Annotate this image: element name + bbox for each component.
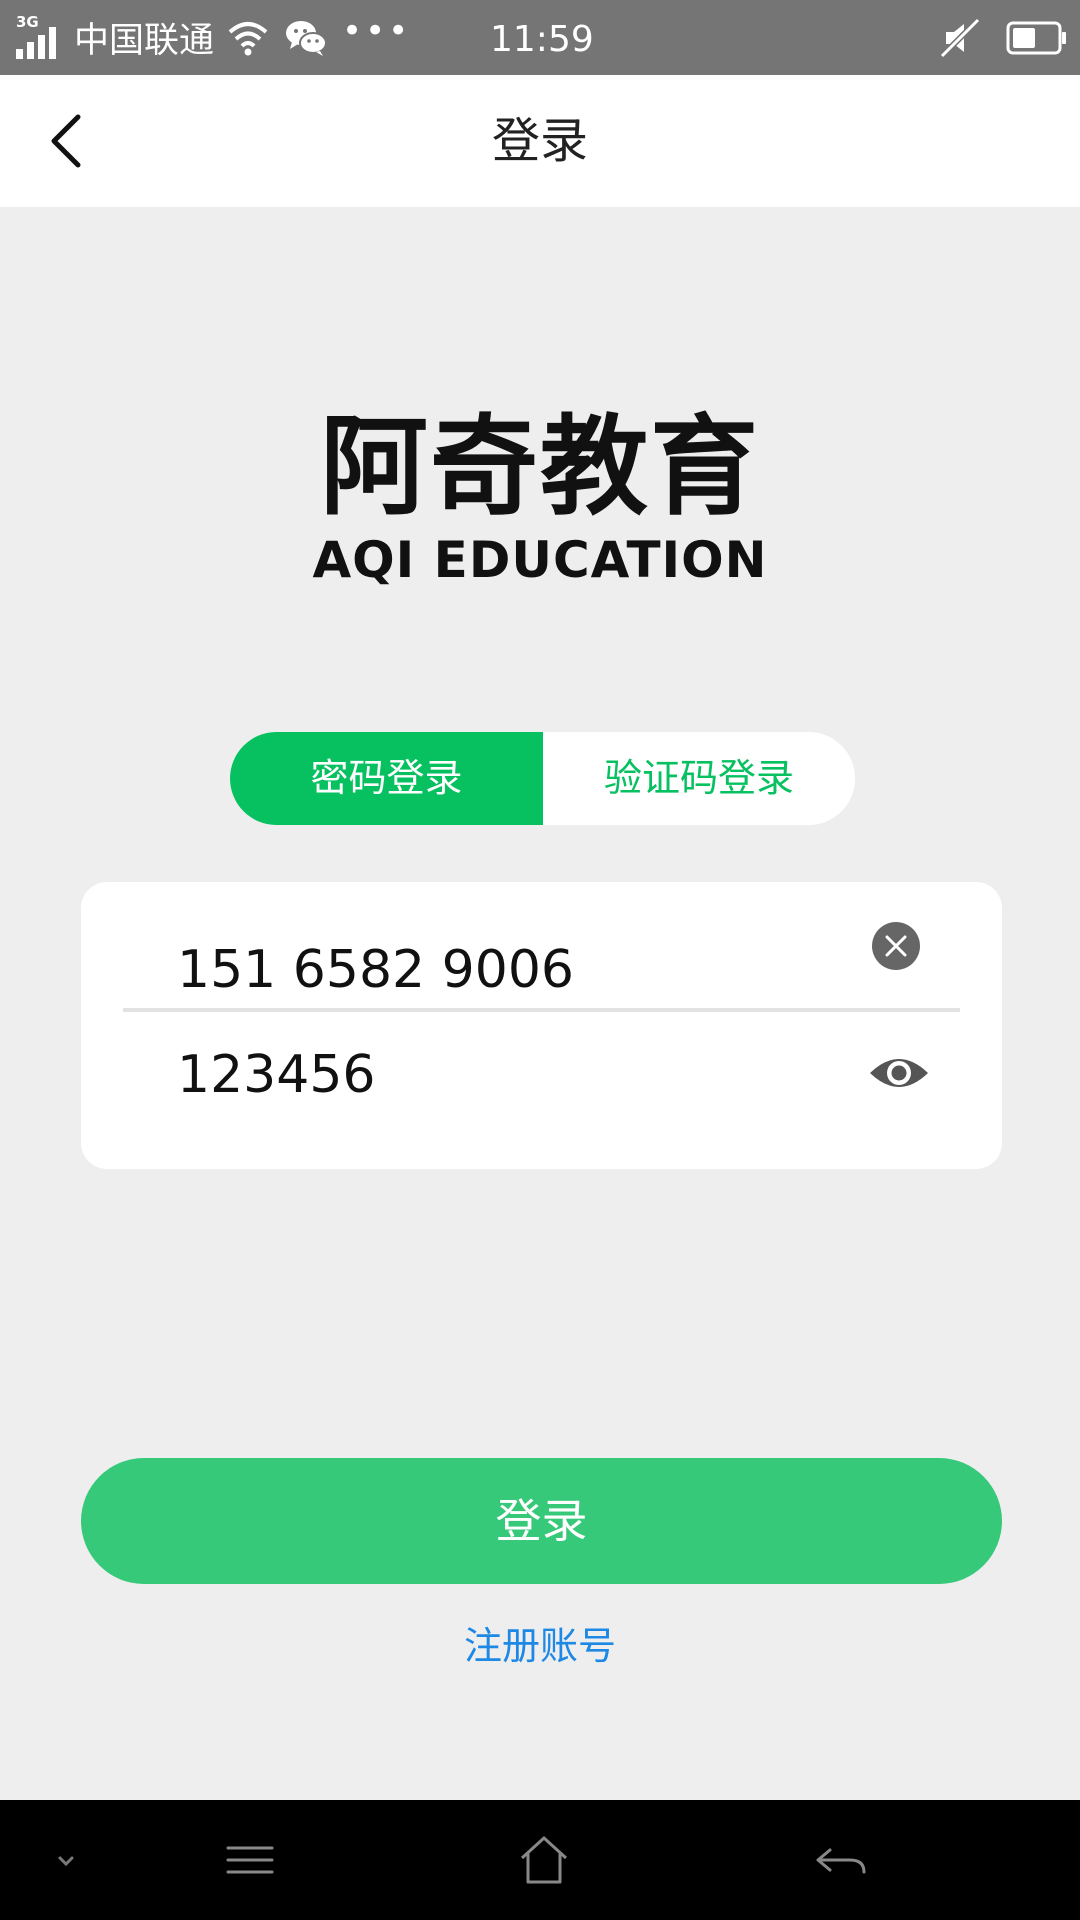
page-title: 登录: [491, 113, 588, 169]
menu-icon[interactable]: [220, 1830, 280, 1890]
app-header: 登录: [0, 75, 1080, 207]
battery-icon: [1006, 21, 1066, 54]
home-icon[interactable]: [514, 1830, 574, 1890]
wechat-icon: [286, 20, 328, 56]
login-button[interactable]: 登录: [81, 1458, 1002, 1584]
password-input[interactable]: 123456: [177, 1045, 376, 1105]
signal-bars: [16, 26, 56, 59]
login-form-card: 151 6582 9006 123456: [81, 882, 1002, 1169]
status-right: [938, 0, 1068, 75]
carrier-name: 中国联通: [74, 21, 215, 61]
system-nav-bar: [0, 1800, 1080, 1920]
chevron-down-icon[interactable]: [36, 1830, 96, 1890]
back-arrow-icon[interactable]: [810, 1830, 870, 1890]
eye-icon[interactable]: [868, 1053, 930, 1093]
tab-code-login[interactable]: 验证码登录: [543, 732, 855, 825]
logo-name-en: AQI EDUCATION: [312, 531, 768, 589]
brand-logo: 阿奇教育 AQI EDUCATION: [0, 405, 1080, 589]
password-field[interactable]: 123456: [123, 1027, 960, 1137]
mute-icon: [939, 17, 981, 58]
phone-field[interactable]: 151 6582 9006: [123, 902, 960, 1012]
wifi-icon: [228, 21, 268, 55]
phone-input[interactable]: 151 6582 9006: [177, 940, 574, 1000]
register-link[interactable]: 注册账号: [0, 1618, 1080, 1674]
clear-circle-icon[interactable]: [872, 922, 920, 970]
more-notifications: •••: [342, 10, 412, 51]
status-bar: 3G 中国联通 ••• 11:59: [0, 0, 1080, 75]
tab-password-login[interactable]: 密码登录: [230, 732, 543, 825]
status-left: 3G 中国联通 •••: [14, 0, 411, 75]
logo-name-cn: 阿奇教育: [319, 405, 760, 530]
login-mode-tabs: 密码登录 验证码登录: [230, 732, 855, 825]
clock: 11:59: [490, 19, 594, 60]
signal-icon: 3G: [14, 13, 66, 63]
login-screen: 3G 中国联通 ••• 11:59 登录 阿奇教育 AQI EDUCATION …: [0, 0, 1080, 1920]
